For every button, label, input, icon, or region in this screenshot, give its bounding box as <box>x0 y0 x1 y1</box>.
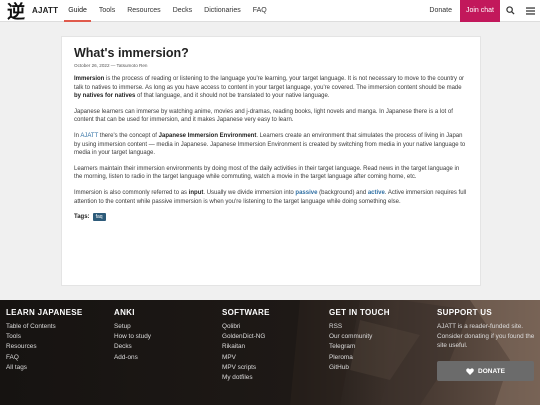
footer-link[interactable]: MPV <box>222 353 270 363</box>
footer-col-anki: ANKI Setup How to study Decks Add-ons <box>114 308 151 363</box>
footer-link[interactable]: Telegram <box>329 342 390 352</box>
footer-link[interactable]: Table of Contents <box>6 322 83 332</box>
footer-col-software: SOFTWARE Qolibri GoldenDict-NG Rikaitan … <box>222 308 270 383</box>
join-chat-button[interactable]: Join chat <box>459 0 500 22</box>
footer-col-support: SUPPORT US AJATT is a reader-funded site… <box>437 308 540 351</box>
footer-heading: SOFTWARE <box>222 308 270 317</box>
term-immersion: Immersion <box>74 76 105 82</box>
svg-text:逆: 逆 <box>7 1 25 21</box>
text: (background) and <box>317 189 368 196</box>
site-name[interactable]: AJATT <box>32 6 58 15</box>
footer-col-contact: GET IN TOUCH RSS Our community Telegram … <box>329 308 390 373</box>
tags-label: Tags: <box>74 214 90 221</box>
nav-actions: Donate Join chat <box>421 0 540 22</box>
footer-heading: GET IN TOUCH <box>329 308 390 317</box>
nav-guide[interactable]: Guide <box>62 0 93 22</box>
footer-heading: LEARN JAPANESE <box>6 308 83 317</box>
donate-link[interactable]: Donate <box>421 0 460 22</box>
passive-link[interactable]: passive <box>295 190 317 196</box>
footer-link[interactable]: Rikaitan <box>222 342 270 352</box>
footer-link[interactable]: Tools <box>6 332 83 342</box>
tags-row: Tags: faq <box>74 213 468 222</box>
nav-dictionaries[interactable]: Dictionaries <box>198 0 247 22</box>
text: of that language, and it should not be t… <box>135 93 330 100</box>
emphasis: by natives for natives <box>74 93 136 100</box>
footer-link[interactable]: GitHub <box>329 363 390 373</box>
active-link[interactable]: active <box>368 190 385 196</box>
heart-icon <box>466 367 474 375</box>
donate-button-label: DONATE <box>478 367 505 375</box>
footer-link[interactable]: Our community <box>329 332 390 342</box>
footer-link[interactable]: MPV scripts <box>222 363 270 373</box>
top-navbar: 逆 AJATT Guide Tools Resources Decks Dict… <box>0 0 540 22</box>
footer-heading: SUPPORT US <box>437 308 493 317</box>
footer-link[interactable]: My dotfiles <box>222 373 270 383</box>
main-nav: Guide Tools Resources Decks Dictionaries… <box>62 0 273 22</box>
term-jie: Japanese Immersion Environment <box>158 132 257 139</box>
footer-link[interactable]: How to study <box>114 332 151 342</box>
menu-icon[interactable] <box>520 0 540 22</box>
footer-link[interactable]: FAQ <box>6 353 83 363</box>
footer-link[interactable]: Pleroma <box>329 353 390 363</box>
donate-button[interactable]: DONATE <box>437 361 534 381</box>
paragraph-5: Immersion is also commonly referred to a… <box>74 189 468 206</box>
article-card: What's immersion? October 26, 2022 — Tat… <box>61 36 481 286</box>
footer-link[interactable]: All tags <box>6 363 83 373</box>
footer-link[interactable]: Qolibri <box>222 322 270 332</box>
footer-link[interactable]: Setup <box>114 322 151 332</box>
footer-link[interactable]: Resources <box>6 342 83 352</box>
footer-link[interactable]: Add-ons <box>114 353 151 363</box>
text: Immersion is also commonly referred to a… <box>74 189 189 196</box>
site-footer: LEARN JAPANESE Table of Contents Tools R… <box>0 300 540 405</box>
nav-resources[interactable]: Resources <box>121 0 166 22</box>
footer-col-learn: LEARN JAPANESE Table of Contents Tools R… <box>6 308 83 373</box>
paragraph-1: Immersion is the process of reading or l… <box>74 75 468 101</box>
text: there's the concept of <box>98 132 159 139</box>
text: is the process of reading or listening t… <box>74 76 465 91</box>
footer-columns: LEARN JAPANESE Table of Contents Tools R… <box>0 300 540 405</box>
paragraph-2: Japanese learners can immerse by watchin… <box>74 108 453 124</box>
nav-decks[interactable]: Decks <box>167 0 198 22</box>
page-title: What's immersion? <box>74 46 189 60</box>
text: . Usually we divide immersion into <box>203 189 296 196</box>
paragraph-4: Learners maintain their immersion enviro… <box>74 165 460 181</box>
nav-tools[interactable]: Tools <box>93 0 121 22</box>
footer-link[interactable]: Decks <box>114 342 151 352</box>
search-icon[interactable] <box>500 0 520 22</box>
paragraph-3: In AJATT there's the concept of Japanese… <box>74 132 468 158</box>
tag-faq[interactable]: faq <box>92 213 106 222</box>
term-input: input <box>188 189 204 196</box>
footer-link[interactable]: GoldenDict-NG <box>222 332 270 342</box>
footer-heading: ANKI <box>114 308 135 317</box>
support-text: AJATT is a reader-funded site. Consider … <box>437 323 535 350</box>
ajatt-link[interactable]: AJATT <box>80 133 98 139</box>
footer-link[interactable]: RSS <box>329 322 390 332</box>
logo-icon[interactable]: 逆 <box>3 0 29 22</box>
post-meta: October 26, 2022 — Tatsumoto Ren <box>74 63 148 68</box>
nav-faq[interactable]: FAQ <box>247 0 273 22</box>
